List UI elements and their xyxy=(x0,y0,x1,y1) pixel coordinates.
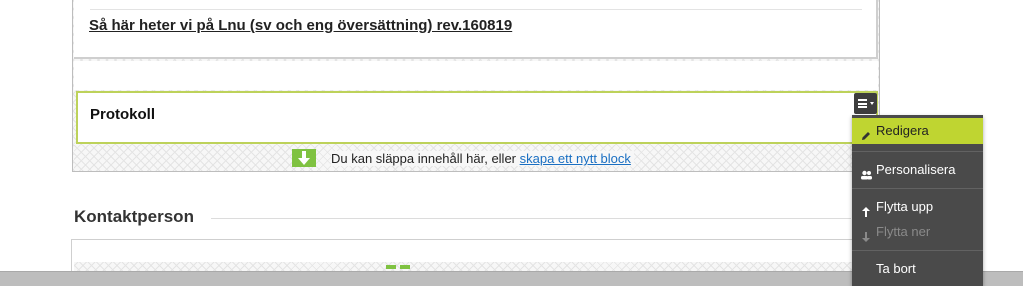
protokoll-block[interactable]: Protokoll xyxy=(76,91,878,144)
chevron-down-icon xyxy=(870,102,874,105)
menu-divider xyxy=(852,250,983,251)
download-arrow-icon xyxy=(400,265,410,269)
document-link[interactable]: Så här heter vi på Lnu (sv och eng övers… xyxy=(89,17,512,34)
divider xyxy=(90,9,862,10)
pencil-icon xyxy=(860,125,872,140)
block-title: Protokoll xyxy=(90,106,156,123)
menu-divider xyxy=(852,188,983,189)
menu-item-label: Personalisera xyxy=(876,162,956,177)
arrow-up-icon xyxy=(860,201,872,217)
block-menu-button[interactable] xyxy=(854,93,877,114)
menu-item-label: Flytta upp xyxy=(876,199,934,214)
create-block-link[interactable]: skapa ett nytt block xyxy=(520,151,631,166)
menu-item-ta-bort[interactable]: Ta bort xyxy=(852,256,983,282)
menu-item-label: Redigera xyxy=(876,123,929,138)
menu-item-redigera[interactable]: Redigera xyxy=(852,118,983,144)
download-arrow-icon xyxy=(386,265,396,269)
menu-item-flytta-upp[interactable]: Flytta upp xyxy=(852,194,983,220)
users-icon xyxy=(860,164,872,180)
drop-zone-label: Du kan släppa innehåll här, eller xyxy=(331,151,520,166)
arrow-down-icon xyxy=(860,226,872,242)
block-context-menu: Redigera Personalisera Flytta upp Flytta… xyxy=(852,115,983,286)
menu-divider xyxy=(852,151,983,152)
hamburger-menu-icon xyxy=(858,99,867,108)
download-arrow-icon xyxy=(292,149,316,167)
link-block: Så här heter vi på Lnu (sv och eng övers… xyxy=(74,0,878,59)
menu-item-flytta-ner: Flytta ner xyxy=(852,219,983,245)
block-spacer xyxy=(74,61,878,90)
drop-zone-text: Du kan släppa innehåll här, eller skapa … xyxy=(331,151,634,166)
menu-item-label: Ta bort xyxy=(876,261,916,276)
menu-item-label: Flytta ner xyxy=(876,224,931,239)
section-title: Kontaktperson xyxy=(74,207,194,226)
menu-item-personalisera[interactable]: Personalisera xyxy=(852,157,983,183)
section-divider xyxy=(211,218,851,219)
